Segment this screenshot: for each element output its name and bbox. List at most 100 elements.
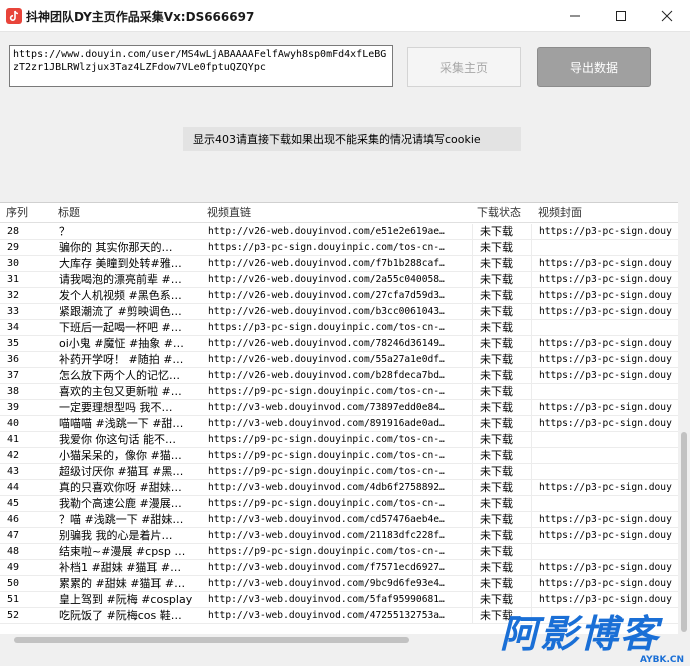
cell-index: 51 (7, 594, 20, 605)
table-row[interactable]: 44 真的只喜欢你呀 #甜妹… http://v3-web.douyinvod.co… (0, 480, 678, 496)
cell-video-cover (532, 448, 678, 464)
column-header-video-cover[interactable]: 视频封面 (532, 203, 678, 223)
app-logo-icon (6, 8, 22, 24)
cell-index: 46 (7, 514, 20, 525)
cell-index: 45 (7, 498, 20, 509)
cell-title: 请我喝泡的漂亮前辈 #… (59, 273, 182, 286)
table-row[interactable]: 40 喵喵喵 #浅跳一下 #甜… http://v3-web.douyinvod.c… (0, 416, 678, 432)
cell-index: 48 (7, 546, 20, 557)
table-row[interactable]: 34 下班后一起喝一杯吧 #… https://p3-pc-sign.douyinp… (0, 320, 678, 336)
cell-download-status: 未下载 (473, 448, 532, 464)
cell-index: 38 (7, 386, 20, 397)
column-header-video-link[interactable]: 视频直链 (201, 203, 473, 223)
cell-index: 29 (7, 242, 20, 253)
cell-video-cover: https://p3-pc-sign.douy (539, 226, 672, 237)
cell-video-cover (532, 496, 678, 512)
cell-video-cover: https://p3-pc-sign.douy (539, 258, 672, 269)
table-row[interactable]: 42 小猫呆呆的，像你 #猫… https://p9-pc-sign.douyinp… (0, 448, 678, 464)
cell-index: 41 (7, 434, 20, 445)
cell-index: 40 (7, 418, 20, 429)
cell-index: 47 (7, 530, 20, 541)
table-row[interactable]: 31 请我喝泡的漂亮前辈 #… http://v26-web.douyinvod.c… (0, 272, 678, 288)
cell-video-link: http://v3-web.douyinvod.com/4db6f2758892… (201, 480, 473, 496)
cell-video-link: http://v3-web.douyinvod.com/73897edd0e84… (201, 400, 473, 416)
cell-download-status: 未下载 (473, 592, 532, 608)
maximize-icon (616, 11, 626, 21)
cell-video-link: http://v3-web.douyinvod.com/f7571ecd6927… (201, 560, 473, 576)
cell-title: 补档1 #甜妹 #猫耳 #… (59, 561, 182, 574)
table-row[interactable]: 35 oi小鬼 #魔怔 #抽象 #… http://v26-web.douyinvo… (0, 336, 678, 352)
table-row[interactable]: 28 ？ http://v26-web.douyinvod.com/e51e2e61… (0, 224, 678, 240)
vertical-scrollbar[interactable] (678, 202, 690, 634)
table-row[interactable]: 47 别骗我 我的心是着片… http://v3-web.douyinvod.com… (0, 528, 678, 544)
cell-video-link: http://v3-web.douyinvod.com/891916ade0ad… (201, 416, 473, 432)
cell-download-status: 未下载 (473, 272, 532, 288)
maximize-button[interactable] (598, 0, 644, 32)
minimize-button[interactable] (552, 0, 598, 32)
cell-title: 结束啦~#漫展 #cpsp … (59, 545, 186, 558)
cell-video-link: https://p9-pc-sign.douyinpic.com/tos-cn-… (201, 496, 473, 512)
minimize-icon (570, 15, 580, 17)
cell-video-cover: https://p3-pc-sign.douy (539, 338, 672, 349)
cell-title: 我勒个高速公鹿 #漫展… (59, 497, 182, 510)
cell-title: 下班后一起喝一杯吧 #… (59, 321, 182, 334)
table-row[interactable]: 50 累累的 #甜妹 #猫耳 #… http://v3-web.douyinvod.… (0, 576, 678, 592)
collect-homepage-button[interactable]: 采集主页 (407, 47, 521, 87)
cell-download-status: 未下载 (473, 560, 532, 576)
cell-index: 31 (7, 274, 20, 285)
cell-title: 大库存 美瞳到处转#雅… (59, 257, 182, 270)
cell-title: 一定要理想型吗 我不… (59, 401, 173, 414)
cell-video-link: https://p9-pc-sign.douyinpic.com/tos-cn-… (201, 544, 473, 560)
table-row[interactable]: 32 发个人机视频 #黑色系… http://v26-web.douyinvod.c… (0, 288, 678, 304)
cell-video-link: https://p9-pc-sign.douyinpic.com/tos-cn-… (201, 384, 473, 400)
watermark-logo: 阿影博客 AYBK.CN (500, 612, 690, 666)
cell-video-link: https://p3-pc-sign.douyinpic.com/tos-cn-… (201, 240, 473, 256)
cell-download-status: 未下载 (473, 240, 532, 256)
cell-index: 49 (7, 562, 20, 573)
cell-title: 发个人机视频 #黑色系… (59, 289, 182, 302)
table-row[interactable]: 49 补档1 #甜妹 #猫耳 #… http://v3-web.douyinvod.… (0, 560, 678, 576)
cell-index: 39 (7, 402, 20, 413)
cell-title: 补药开学呀！ #随拍 #… (59, 353, 184, 366)
column-header-download-status[interactable]: 下载状态 (471, 203, 532, 223)
column-header-index[interactable]: 序列 (0, 203, 52, 223)
cell-title: 小猫呆呆的，像你 #猫… (59, 449, 182, 462)
table-row[interactable]: 30 大库存 美瞳到处转#雅… http://v26-web.douyinvod.c… (0, 256, 678, 272)
table-row[interactable]: 51 皇上驾到 #阮梅 #cosplay http://v3-web.douyinv… (0, 592, 678, 608)
cell-video-cover: https://p3-pc-sign.douy (539, 562, 672, 573)
table-row[interactable]: 41 我爱你 你这句话 能不… https://p9-pc-sign.douyinp… (0, 432, 678, 448)
table-row[interactable]: 37 怎么放下两个人的记忆… http://v26-web.douyinvod.co… (0, 368, 678, 384)
vertical-scroll-thumb[interactable] (681, 432, 687, 632)
cell-title: 累累的 #甜妹 #猫耳 #… (59, 577, 186, 590)
cell-download-status: 未下载 (473, 400, 532, 416)
table-row[interactable]: 46 ？喵 #浅跳一下 #甜妹… http://v3-web.douyinvod.c… (0, 512, 678, 528)
cell-title: 怎么放下两个人的记忆… (59, 369, 180, 382)
cell-video-link: http://v26-web.douyinvod.com/e51e2e619ae… (201, 224, 473, 240)
table-row[interactable]: 29 骗你的 其实你那天的… https://p3-pc-sign.douyinpi… (0, 240, 678, 256)
cell-video-link: https://p9-pc-sign.douyinpic.com/tos-cn-… (201, 464, 473, 480)
cell-video-cover: https://p3-pc-sign.douy (539, 370, 672, 381)
table-row[interactable]: 33 紧跟潮流了 #剪映调色… http://v26-web.douyinvod.c… (0, 304, 678, 320)
export-data-button[interactable]: 导出数据 (537, 47, 651, 87)
table-row[interactable]: 36 补药开学呀！ #随拍 #… http://v26-web.douyinvod.… (0, 352, 678, 368)
table-row[interactable]: 39 一定要理想型吗 我不… http://v3-web.douyinvod.com… (0, 400, 678, 416)
cell-video-link: http://v3-web.douyinvod.com/47255132753a… (201, 608, 473, 624)
column-header-title[interactable]: 标题 (52, 203, 201, 223)
cell-title: 我爱你 你这句话 能不… (59, 433, 176, 446)
table-row[interactable]: 45 我勒个高速公鹿 #漫展… https://p9-pc-sign.douyinp… (0, 496, 678, 512)
cell-index: 30 (7, 258, 20, 269)
cell-index: 50 (7, 578, 20, 589)
table-row[interactable]: 38 喜欢的主包又更新啦 #… https://p9-pc-sign.douyinp… (0, 384, 678, 400)
cell-download-status: 未下载 (473, 368, 532, 384)
table-row[interactable]: 48 结束啦~#漫展 #cpsp … https://p9-pc-sign.douy… (0, 544, 678, 560)
horizontal-scroll-thumb[interactable] (14, 637, 409, 643)
close-button[interactable] (644, 0, 690, 32)
cell-video-cover (532, 240, 678, 256)
url-input[interactable]: https://www.douyin.com/user/MS4wLjABAAAA… (9, 45, 393, 87)
cell-download-status: 未下载 (473, 480, 532, 496)
table-row[interactable]: 43 超级讨厌你 #猫耳 #黑… https://p9-pc-sign.douyin… (0, 464, 678, 480)
cell-video-link: http://v26-web.douyinvod.com/b3cc0061043… (201, 304, 473, 320)
cell-video-link: http://v26-web.douyinvod.com/2a55c040058… (201, 272, 473, 288)
cell-index: 28 (7, 226, 20, 237)
results-table[interactable]: 序列 标题 视频直链 下载状态 视频封面 28 ？ http://v26-web.d… (0, 202, 678, 634)
